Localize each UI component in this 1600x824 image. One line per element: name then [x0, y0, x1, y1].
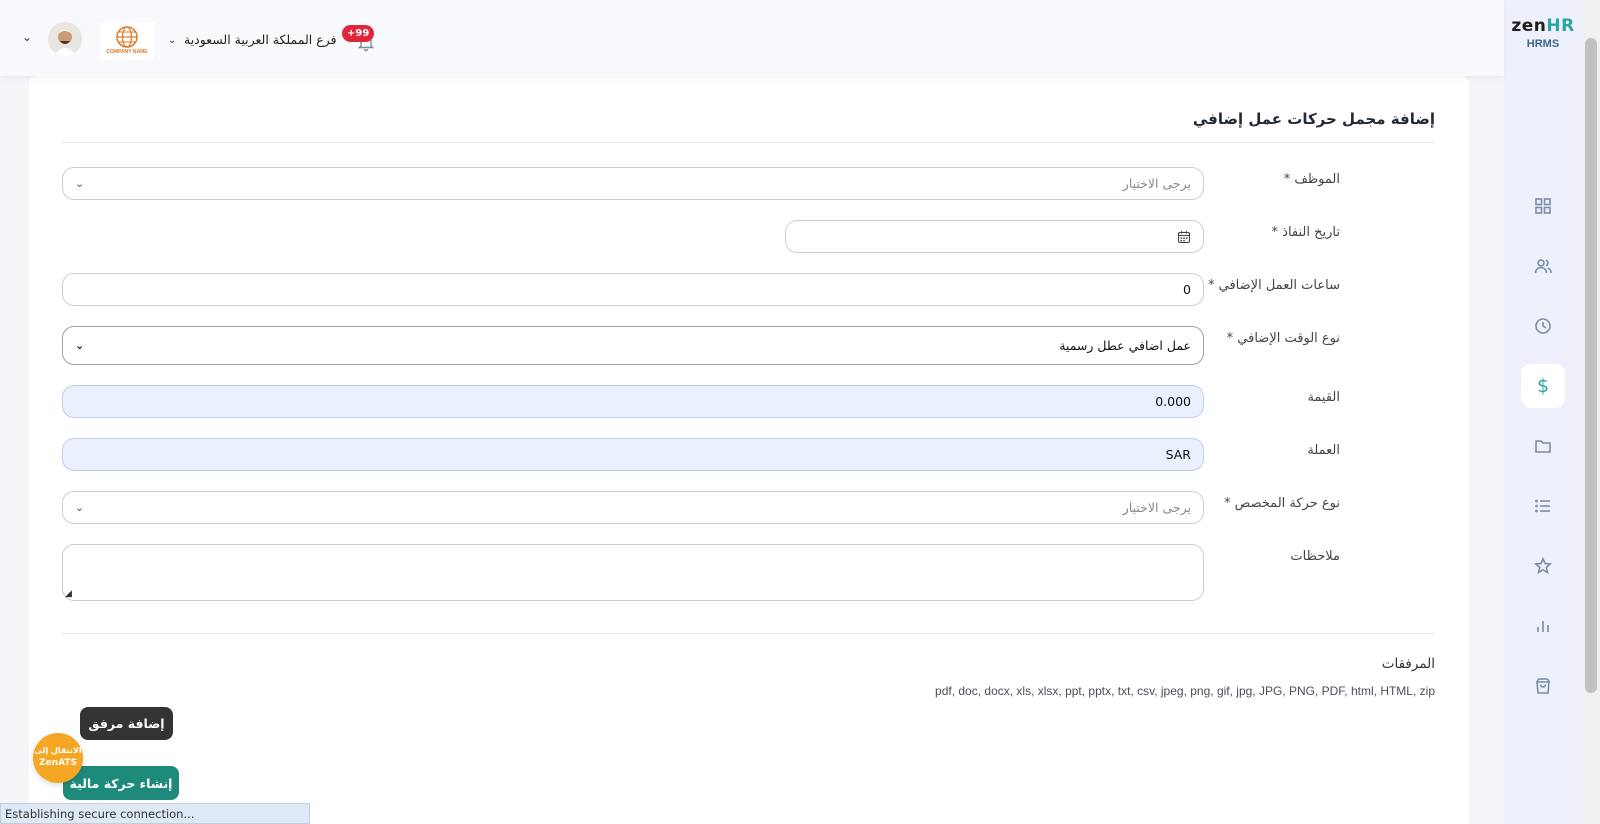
- allocation-type-select[interactable]: يرجى الاختيار ⌄: [62, 491, 1204, 524]
- zenats-line1: الانتقال إلى: [34, 746, 82, 755]
- chevron-down-icon: ⌄: [75, 501, 85, 514]
- sidebar-item-reports[interactable]: [1521, 604, 1565, 648]
- zenats-line2: ZenATS: [39, 758, 77, 768]
- notes-textarea[interactable]: ◢: [62, 544, 1204, 601]
- users-icon: [1534, 259, 1552, 274]
- allowed-extensions: pdf, doc, docx, xls, xlsx, ppt, pptx, tx…: [935, 684, 1435, 698]
- notification-badge[interactable]: +99: [342, 25, 375, 42]
- sidebar-item-store[interactable]: [1521, 664, 1565, 708]
- overtime-type-select[interactable]: عمل اضافي عطل رسمية ⌄: [62, 326, 1204, 365]
- overtime-type-value: عمل اضافي عطل رسمية: [1059, 338, 1191, 353]
- attachments-title: المرفقات: [1381, 656, 1435, 672]
- add-attachment-button[interactable]: إضافة مرفق: [80, 707, 173, 740]
- chevron-down-icon: ⌄: [75, 177, 85, 190]
- star-icon: [1534, 557, 1552, 575]
- create-financial-transaction-button[interactable]: إنشاء حركة مالية: [63, 766, 179, 800]
- company-logo[interactable]: COMPANY NAME: [100, 22, 154, 60]
- amount-field: 0.000: [62, 385, 1204, 418]
- dollar-icon: $: [1536, 375, 1550, 397]
- amount-value: 0.000: [1155, 394, 1191, 409]
- shopping-bag-icon: [1536, 678, 1550, 694]
- calendar-icon[interactable]: [1177, 230, 1191, 244]
- sidebar-item-payroll[interactable]: $: [1521, 364, 1565, 408]
- branch-chevron-icon[interactable]: ⌄: [168, 35, 176, 46]
- sidebar-item-users[interactable]: [1521, 244, 1565, 288]
- list-icon: [1535, 499, 1550, 513]
- currency-value: SAR: [1165, 447, 1191, 462]
- notes-label: ملاحظات: [1290, 549, 1340, 564]
- employee-select[interactable]: يرجى الاختيار ⌄: [62, 167, 1204, 200]
- employee-placeholder: يرجى الاختيار: [1122, 176, 1191, 191]
- effective-date-field[interactable]: [785, 220, 1204, 253]
- resize-handle-icon[interactable]: ◢: [65, 589, 72, 599]
- clock-icon: [1535, 318, 1551, 334]
- page-title: إضافة مجمل حركات عمل إضافي: [1192, 110, 1435, 128]
- app-logo[interactable]: zenHR HRMS: [1504, 16, 1582, 50]
- zenats-shortcut[interactable]: الانتقال إلى ZenATS: [33, 733, 83, 783]
- logo-text: zen: [1511, 16, 1547, 36]
- browser-status-bar: Establishing secure connection...: [0, 803, 310, 824]
- currency-field: SAR: [62, 438, 1204, 471]
- folder-icon: [1535, 440, 1551, 453]
- employee-label: الموظف *: [1283, 172, 1340, 187]
- amount-label: القيمة: [1307, 390, 1340, 405]
- attachments-divider: [62, 633, 1435, 634]
- top-bar: ⌄ COMPANY NAME ⌄ فرع المملكة العربية الس…: [0, 0, 1504, 76]
- bar-chart-icon: [1537, 621, 1549, 632]
- logo-accent: HR: [1546, 16, 1575, 36]
- company-name: COMPANY NAME: [106, 49, 148, 55]
- sidebar-item-documents[interactable]: [1521, 424, 1565, 468]
- user-menu-chevron-icon[interactable]: ⌄: [22, 30, 32, 44]
- overtime-hours-input[interactable]: 0: [62, 273, 1204, 306]
- allocation-type-placeholder: يرجى الاختيار: [1122, 500, 1191, 515]
- overtime-hours-label: ساعات العمل الإضافي *: [1208, 278, 1340, 293]
- sidebar-item-performance[interactable]: [1521, 544, 1565, 588]
- effective-date-label: تاريخ النفاذ *: [1271, 225, 1340, 240]
- scrollbar-thumb[interactable]: [1585, 38, 1597, 693]
- dashboard-icon: [1535, 198, 1551, 214]
- sidebar: zenHR HRMS $: [1504, 0, 1582, 824]
- scrollbar[interactable]: [1582, 0, 1600, 824]
- chevron-down-icon: ⌄: [75, 339, 85, 352]
- overtime-type-label: نوع الوقت الإضافي *: [1226, 331, 1340, 346]
- branch-selector[interactable]: فرع المملكة العربية السعودية: [184, 32, 337, 47]
- currency-label: العملة: [1307, 443, 1340, 458]
- allocation-type-label: نوع حركة المخصص *: [1223, 496, 1340, 511]
- sidebar-item-attendance[interactable]: [1521, 304, 1565, 348]
- sidebar-item-list[interactable]: [1521, 484, 1565, 528]
- overtime-hours-value: 0: [1183, 282, 1191, 297]
- title-divider: [62, 142, 1435, 143]
- sidebar-item-dashboard[interactable]: [1521, 184, 1565, 228]
- logo-subtitle: HRMS: [1526, 38, 1560, 50]
- avatar[interactable]: [48, 22, 82, 56]
